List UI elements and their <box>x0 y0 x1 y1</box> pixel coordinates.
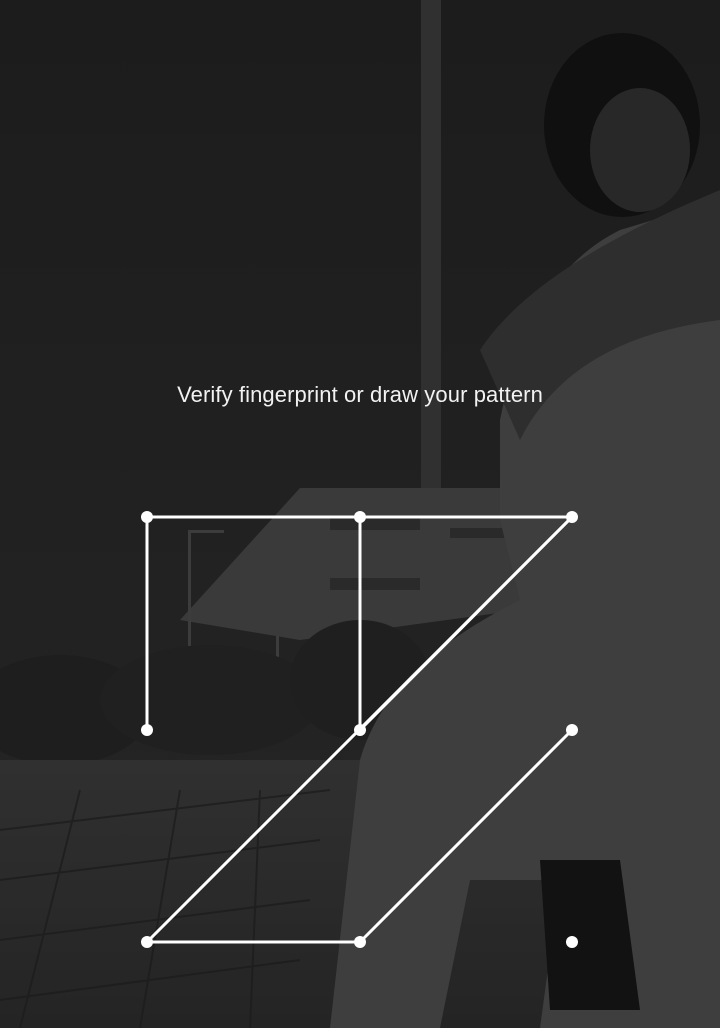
pattern-dot-5[interactable] <box>354 724 366 736</box>
lock-screen: Verify fingerprint or draw your pattern <box>0 0 720 1028</box>
pattern-dot-2[interactable] <box>354 511 366 523</box>
pattern-dot-1[interactable] <box>141 511 153 523</box>
pattern-dot-4[interactable] <box>141 724 153 736</box>
pattern-dot-7[interactable] <box>141 936 153 948</box>
pattern-lock-grid[interactable] <box>0 0 720 1028</box>
pattern-segment <box>358 728 574 944</box>
pattern-dot-6[interactable] <box>566 724 578 736</box>
pattern-dot-8[interactable] <box>354 936 366 948</box>
pattern-dot-9[interactable] <box>566 936 578 948</box>
pattern-dot-3[interactable] <box>566 511 578 523</box>
